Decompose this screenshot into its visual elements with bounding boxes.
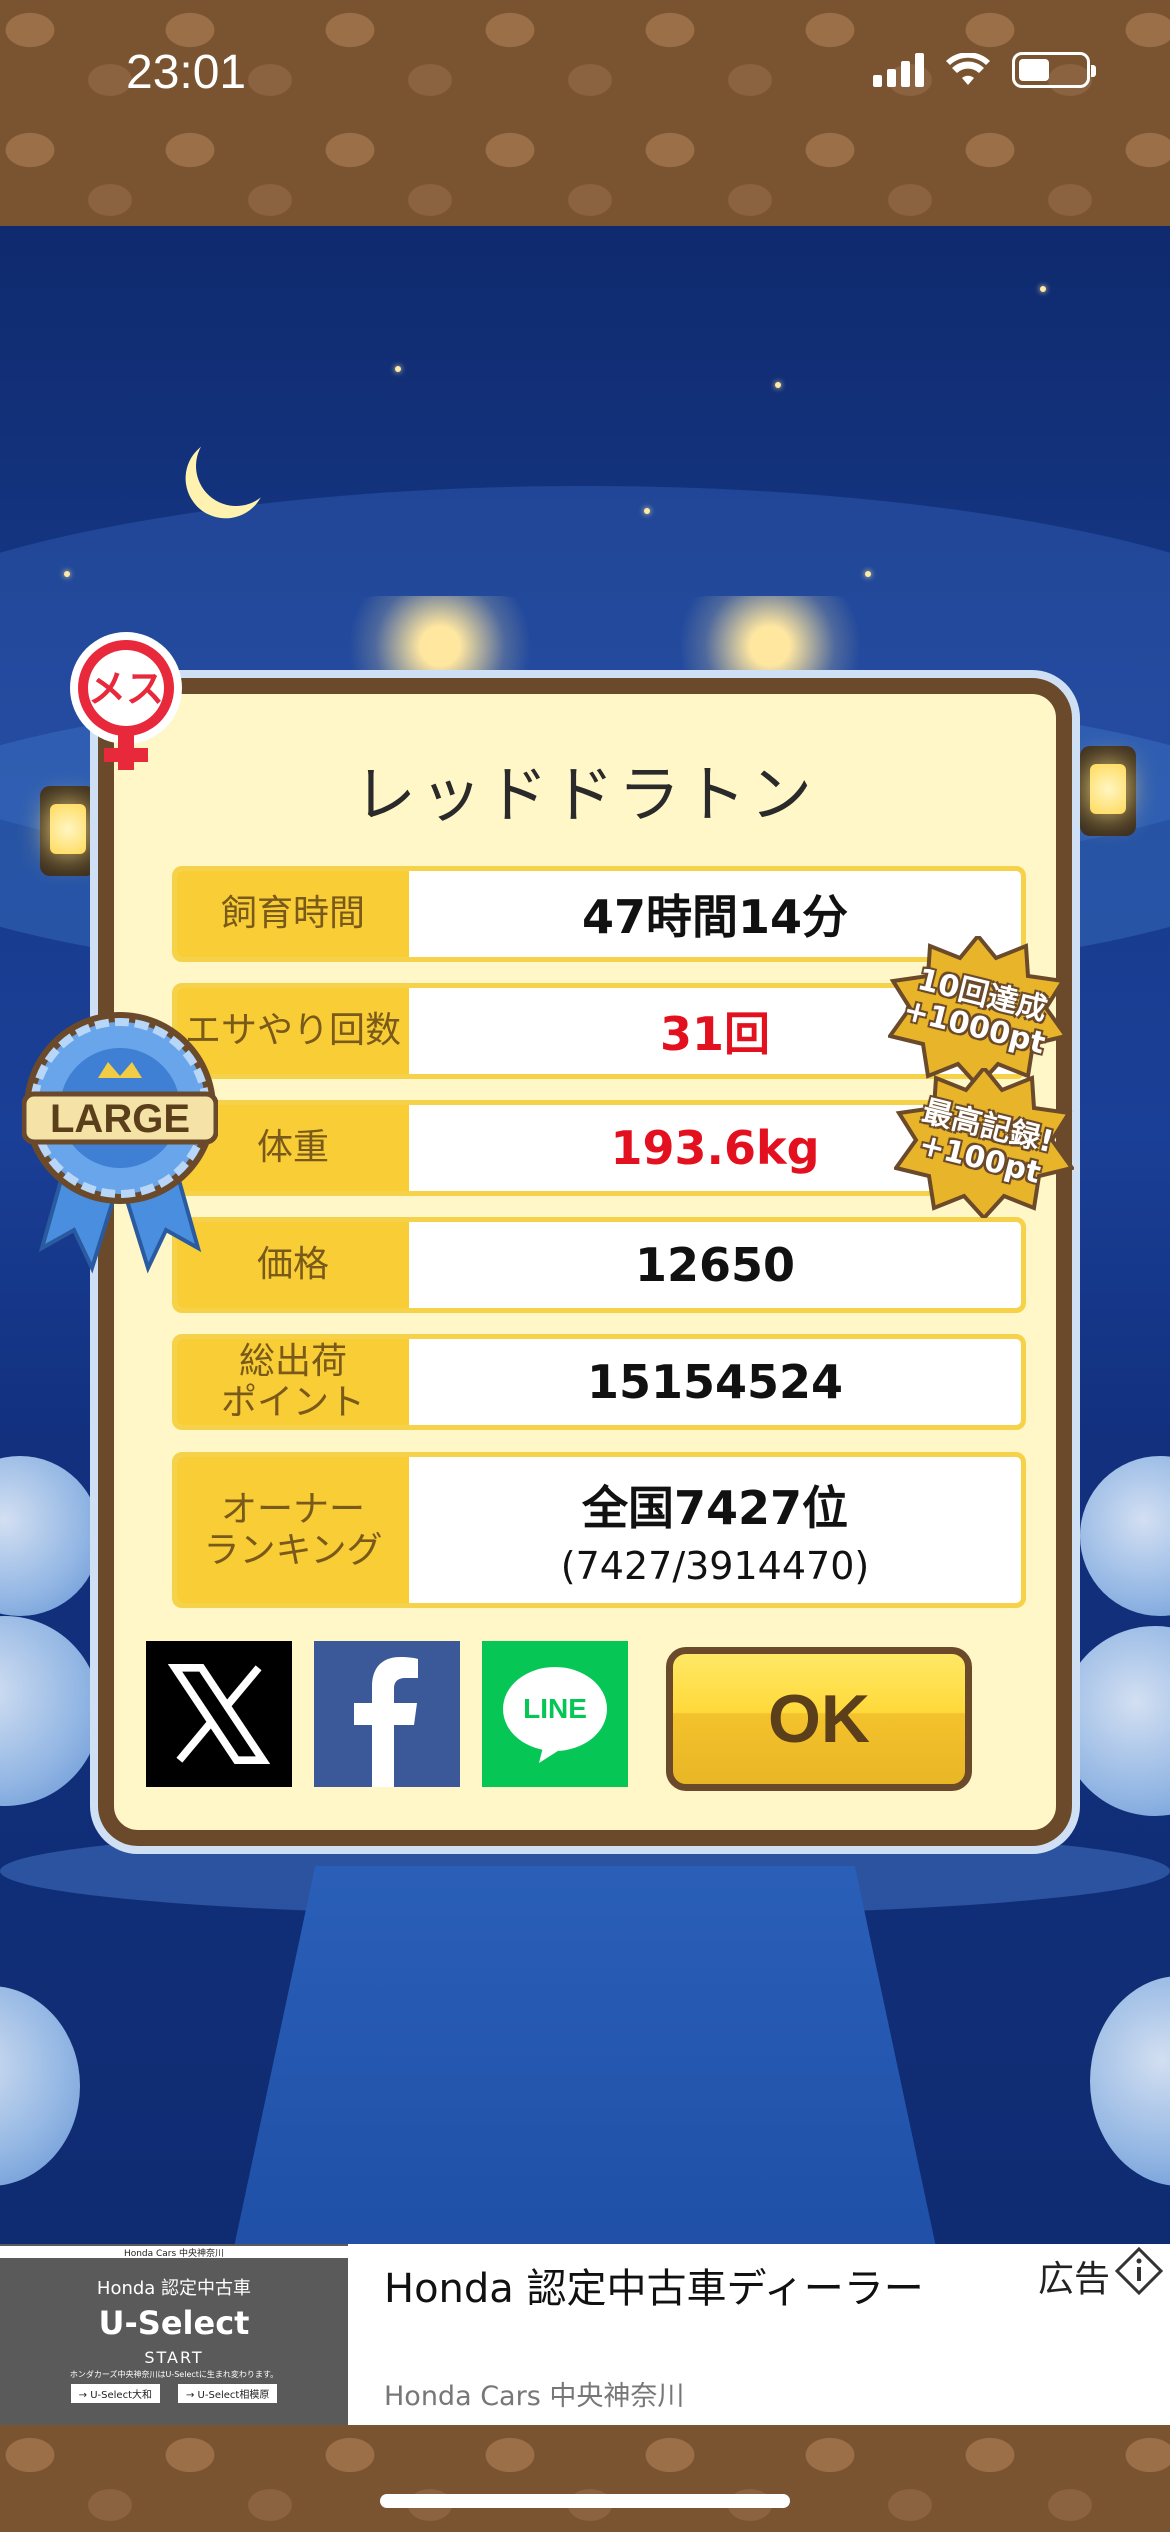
facebook-logo-icon xyxy=(354,1657,418,1787)
ad-image[interactable]: Honda Cars 中央神奈川 Honda 認定中古車 U-Select ST… xyxy=(0,2244,348,2425)
ribbon-label: LARGE xyxy=(50,1097,190,1141)
large-size-ribbon-icon: LARGE xyxy=(22,1012,218,1274)
row-label: 総出荷 ポイント xyxy=(177,1339,409,1425)
creature-name: レッドドラトン xyxy=(353,758,816,831)
status-icons xyxy=(873,52,1096,88)
share-facebook-button[interactable] xyxy=(314,1641,460,1787)
lamp-left xyxy=(40,786,96,876)
row-price: 価格 12650 xyxy=(172,1217,1026,1313)
ad-label: 広告 xyxy=(1037,2259,1110,2300)
wifi-icon xyxy=(946,53,990,85)
result-dialog: レッドドラトン 飼育時間 47時間14分 エサやり回数 31回 体重 193.6… xyxy=(98,678,1072,1846)
top-pattern-band: 23:01 xyxy=(0,0,1170,226)
ad-image-link-1: → U-Select大和 xyxy=(70,2384,160,2403)
achievement-burst-2: 最高記録! +100pt xyxy=(894,1068,1074,1218)
row-label: オーナー ランキング xyxy=(177,1457,409,1603)
ad-info-icon[interactable] xyxy=(1114,2246,1164,2296)
ad-image-link-2: → U-Select相模原 xyxy=(178,2384,278,2403)
row-label: 飼育時間 xyxy=(177,871,409,957)
lamp-right xyxy=(1080,746,1136,836)
ad-image-line4: ホンダカーズ中央神奈川はU-Selectに生まれ変わります。 xyxy=(69,2370,279,2379)
ad-image-line1: Honda 認定中古車 xyxy=(96,2278,252,2299)
ad-title[interactable]: Honda 認定中古車ディーラー xyxy=(384,2256,924,2314)
ad-image-caption: Honda Cars 中央神奈川 xyxy=(0,2246,348,2259)
x-logo-icon xyxy=(167,1663,271,1765)
row-value: 全国7427位 (7427/3914470) xyxy=(409,1457,1021,1603)
status-time: 23:01 xyxy=(126,46,247,99)
female-label: メス xyxy=(88,667,164,711)
share-line-button[interactable]: LINE xyxy=(482,1641,628,1787)
signal-icon xyxy=(873,53,924,87)
row-shipping-points: 総出荷 ポイント 15154524 xyxy=(172,1334,1026,1430)
row-value: 15154524 xyxy=(586,1355,844,1409)
ad-image-line3: START xyxy=(144,2348,204,2367)
row-value: 12650 xyxy=(634,1238,796,1292)
ad-advertiser: Honda Cars 中央神奈川 xyxy=(384,2381,685,2412)
female-gender-icon: メス xyxy=(70,632,182,770)
home-indicator[interactable] xyxy=(380,2494,790,2508)
share-x-button[interactable] xyxy=(146,1641,292,1787)
bottom-pattern-band xyxy=(0,2425,1170,2532)
battery-icon xyxy=(1012,52,1096,88)
ranking-value: 全国7427位 xyxy=(581,1481,849,1535)
achievement-burst-1: 10回達成 +1000pt xyxy=(888,936,1068,1086)
ad-banner[interactable]: Honda Cars 中央神奈川 Honda 認定中古車 U-Select ST… xyxy=(0,2244,1170,2425)
ranking-detail: (7427/3914470) xyxy=(560,1544,870,1588)
ok-button[interactable]: OK xyxy=(666,1647,972,1791)
ad-image-line2: U-Select xyxy=(98,2304,250,2342)
row-owner-ranking: オーナー ランキング 全国7427位 (7427/3914470) xyxy=(172,1452,1026,1608)
line-logo-text: LINE xyxy=(523,1693,587,1724)
